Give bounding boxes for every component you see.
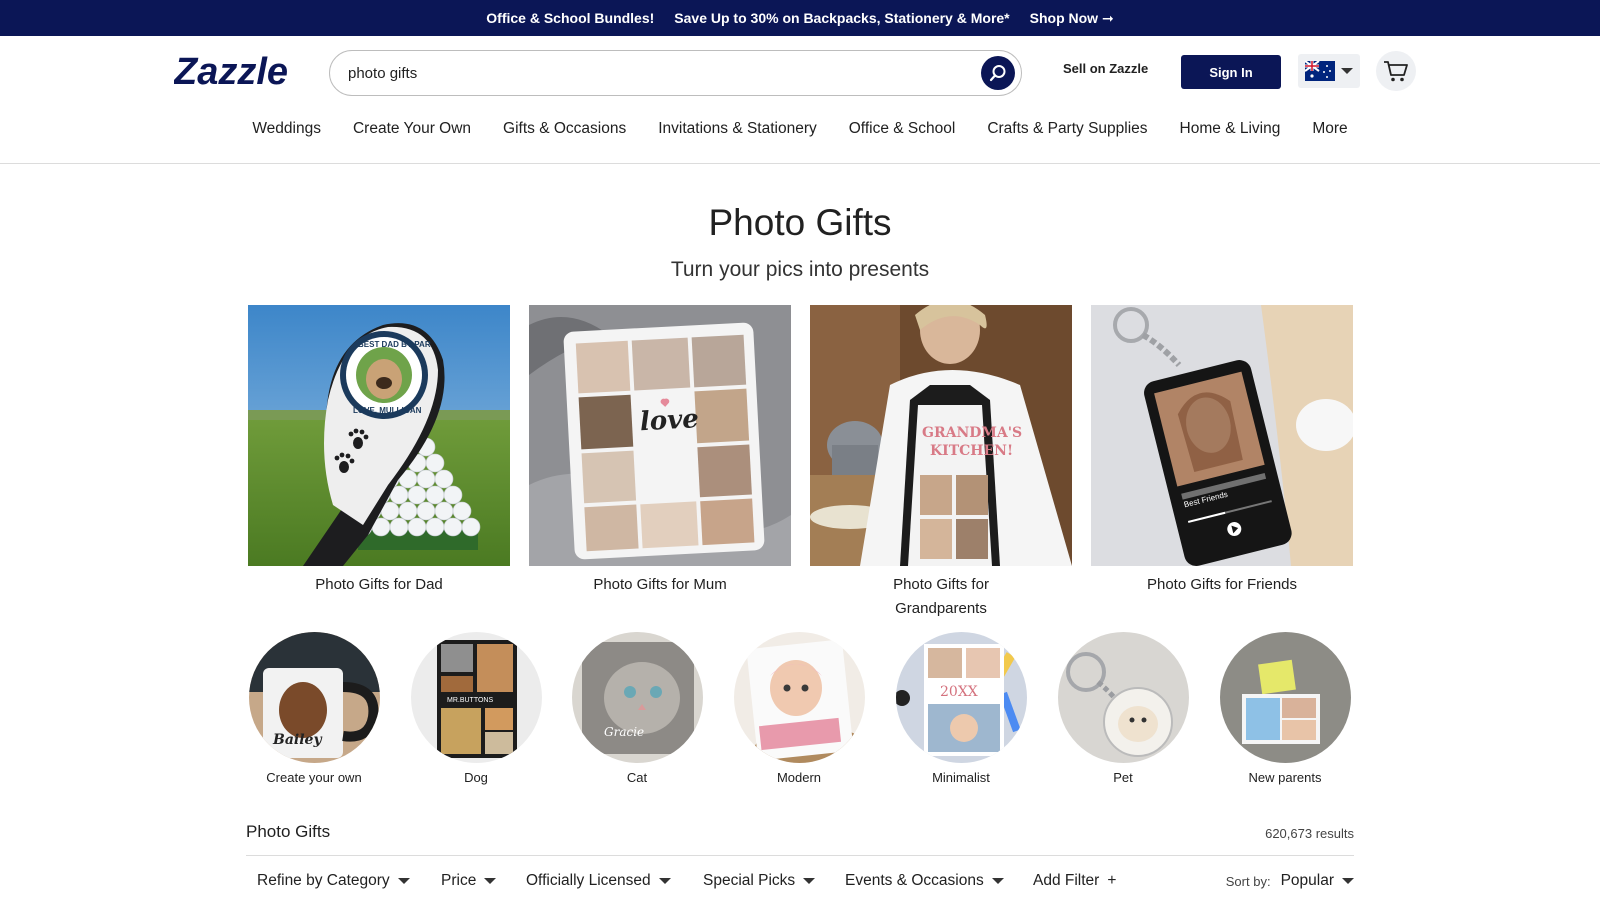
shop-now-link[interactable]: Shop Now ➞ xyxy=(1030,10,1114,27)
filter-bar: Refine by Category Price Officially Lice… xyxy=(246,872,1354,898)
golf-head-cover-image: BEST DAD BY PAR LOVE, MULLIGAN xyxy=(248,305,510,566)
circle-modern[interactable]: Modern xyxy=(733,632,865,785)
circle-label: Modern xyxy=(776,770,822,785)
category-card-label: Photo Gifts for Friends xyxy=(1146,576,1298,593)
caret-down-icon xyxy=(803,878,816,884)
nav-item[interactable]: Create Your Own xyxy=(353,120,471,152)
circle-dog[interactable]: MR.BUTTONS Dog xyxy=(410,632,542,785)
promo-offer-text: Save Up to 30% on Backpacks, Stationery … xyxy=(674,10,1010,26)
filter-label: Special Picks xyxy=(703,872,796,889)
svg-text:Zazzle: Zazzle xyxy=(174,52,288,92)
nav-item[interactable]: Office & School xyxy=(849,120,956,152)
grandma-apron-image: GRANDMA'S KITCHEN! xyxy=(810,305,1072,566)
circle-label: Dog xyxy=(464,770,488,785)
baby-card-image xyxy=(733,632,865,763)
filter-price[interactable]: Price xyxy=(441,872,497,890)
filter-label: Events & Occasions xyxy=(845,872,984,889)
circle-label: Minimalist xyxy=(932,770,990,785)
sell-on-zazzle-link[interactable]: Sell on Zazzle xyxy=(1063,61,1148,76)
cart-button[interactable] xyxy=(1376,51,1416,91)
sign-in-button[interactable]: Sign In xyxy=(1181,55,1281,89)
new-parents-magnet-image xyxy=(1219,632,1351,763)
circle-cat[interactable]: Gracie Cat xyxy=(571,632,703,785)
caret-down-icon xyxy=(658,878,671,884)
svg-text:Bailey: Bailey xyxy=(272,732,322,748)
search-bar xyxy=(329,50,1022,96)
custom-mug-image: Bailey xyxy=(248,632,380,763)
category-card-label: Photo Gifts for Dad xyxy=(315,576,443,593)
filter-special-picks[interactable]: Special Picks xyxy=(703,872,816,890)
results-count: 620,673 results xyxy=(1265,826,1354,841)
filter-label: Officially Licensed xyxy=(526,872,651,889)
plus-icon: + xyxy=(1107,872,1117,889)
sort-dropdown[interactable]: Popular xyxy=(1281,872,1354,890)
photo-keychain-image: Best Friends xyxy=(1091,305,1353,566)
sort-label: Sort by: xyxy=(1225,873,1271,889)
page-title: Photo Gifts xyxy=(708,202,892,243)
sort-control: Sort by: Popular xyxy=(1226,872,1354,890)
nav-item[interactable]: More xyxy=(1312,120,1347,152)
cart-icon xyxy=(1384,61,1408,82)
filter-label: Price xyxy=(441,872,477,889)
svg-text:BEST DAD BY PAR: BEST DAD BY PAR xyxy=(358,340,431,349)
photo-collage-pillow-image: love xyxy=(529,305,791,566)
svg-text:20XX: 20XX xyxy=(940,684,978,700)
nav-item[interactable]: Home & Living xyxy=(1180,120,1281,152)
filter-label: Refine by Category xyxy=(257,872,390,889)
svg-text:love: love xyxy=(639,404,699,437)
circle-label: Pet xyxy=(1113,770,1133,785)
circle-label: Create your own xyxy=(266,770,362,785)
svg-text:KITCHEN!: KITCHEN! xyxy=(930,443,1013,459)
pet-keychain-image xyxy=(1057,632,1189,763)
category-card-friends[interactable]: Best Friends Photo Gifts for Friends xyxy=(1091,305,1353,597)
country-selector[interactable] xyxy=(1298,54,1360,88)
category-card-label: Photo Gifts for Mum xyxy=(593,576,727,593)
nav-item[interactable]: Invitations & Stationery xyxy=(658,120,817,152)
promo-bundles-text: Office & School Bundles! xyxy=(486,10,655,26)
circle-pet[interactable]: Pet xyxy=(1057,632,1189,785)
australia-flag-icon xyxy=(1305,61,1335,81)
search-icon xyxy=(989,65,1006,82)
zazzle-logo[interactable]: Zazzle xyxy=(173,51,314,93)
caret-down-icon xyxy=(1342,878,1354,884)
svg-text:MR.BUTTONS: MR.BUTTONS xyxy=(447,697,493,704)
category-card-label: Photo Gifts for Grandparents xyxy=(893,576,989,617)
page-subtitle: Turn your pics into presents xyxy=(670,258,930,281)
results-title: Photo Gifts xyxy=(246,822,331,841)
category-card-dad[interactable]: BEST DAD BY PAR LOVE, MULLIGAN Photo Gif… xyxy=(248,305,510,597)
circle-minimalist[interactable]: 20XX Minimalist xyxy=(895,632,1027,785)
nav-item[interactable]: Gifts & Occasions xyxy=(503,120,626,152)
circle-label: New parents xyxy=(1248,770,1322,785)
photo-calendar-image: 20XX xyxy=(895,632,1027,763)
site-header: Zazzle Sell on Zazzle Sign In xyxy=(0,36,1600,164)
sort-value: Popular xyxy=(1280,872,1334,889)
category-card-mum[interactable]: love Photo Gifts for Mum xyxy=(529,305,791,597)
results-header: Photo Gifts 620,673 results xyxy=(246,822,1354,856)
add-filter-button[interactable]: Add Filter + xyxy=(1033,872,1116,890)
filter-officially-licensed[interactable]: Officially Licensed xyxy=(526,872,671,890)
search-input[interactable] xyxy=(348,64,1021,82)
search-button[interactable] xyxy=(981,56,1015,90)
caret-down-icon xyxy=(484,878,497,884)
filter-events-occasions[interactable]: Events & Occasions xyxy=(845,872,1004,890)
chevron-down-icon xyxy=(1341,68,1353,74)
circle-create-your-own[interactable]: Bailey Create your own xyxy=(248,632,380,785)
add-filter-label: Add Filter xyxy=(1033,872,1100,889)
dog-collage-image: MR.BUTTONS xyxy=(410,632,542,763)
circle-new-parents[interactable]: New parents xyxy=(1219,632,1351,785)
cat-pillow-image: Gracie xyxy=(571,632,703,763)
svg-text:GRANDMA'S: GRANDMA'S xyxy=(922,425,1022,441)
svg-text:Gracie: Gracie xyxy=(604,725,644,739)
main-nav: Weddings Create Your Own Gifts & Occasio… xyxy=(0,120,1600,152)
filter-refine-by-category[interactable]: Refine by Category xyxy=(257,872,410,890)
caret-down-icon xyxy=(991,878,1004,884)
caret-down-icon xyxy=(397,878,410,884)
promo-banner[interactable]: Office & School Bundles! Save Up to 30% … xyxy=(0,0,1600,36)
circle-label: Cat xyxy=(626,770,648,785)
nav-item[interactable]: Weddings xyxy=(252,120,321,152)
svg-text:LOVE, MULLIGAN: LOVE, MULLIGAN xyxy=(353,406,422,415)
category-card-grandparents[interactable]: GRANDMA'S KITCHEN! Photo Gifts for Grand… xyxy=(810,305,1072,621)
nav-item[interactable]: Crafts & Party Supplies xyxy=(987,120,1147,152)
